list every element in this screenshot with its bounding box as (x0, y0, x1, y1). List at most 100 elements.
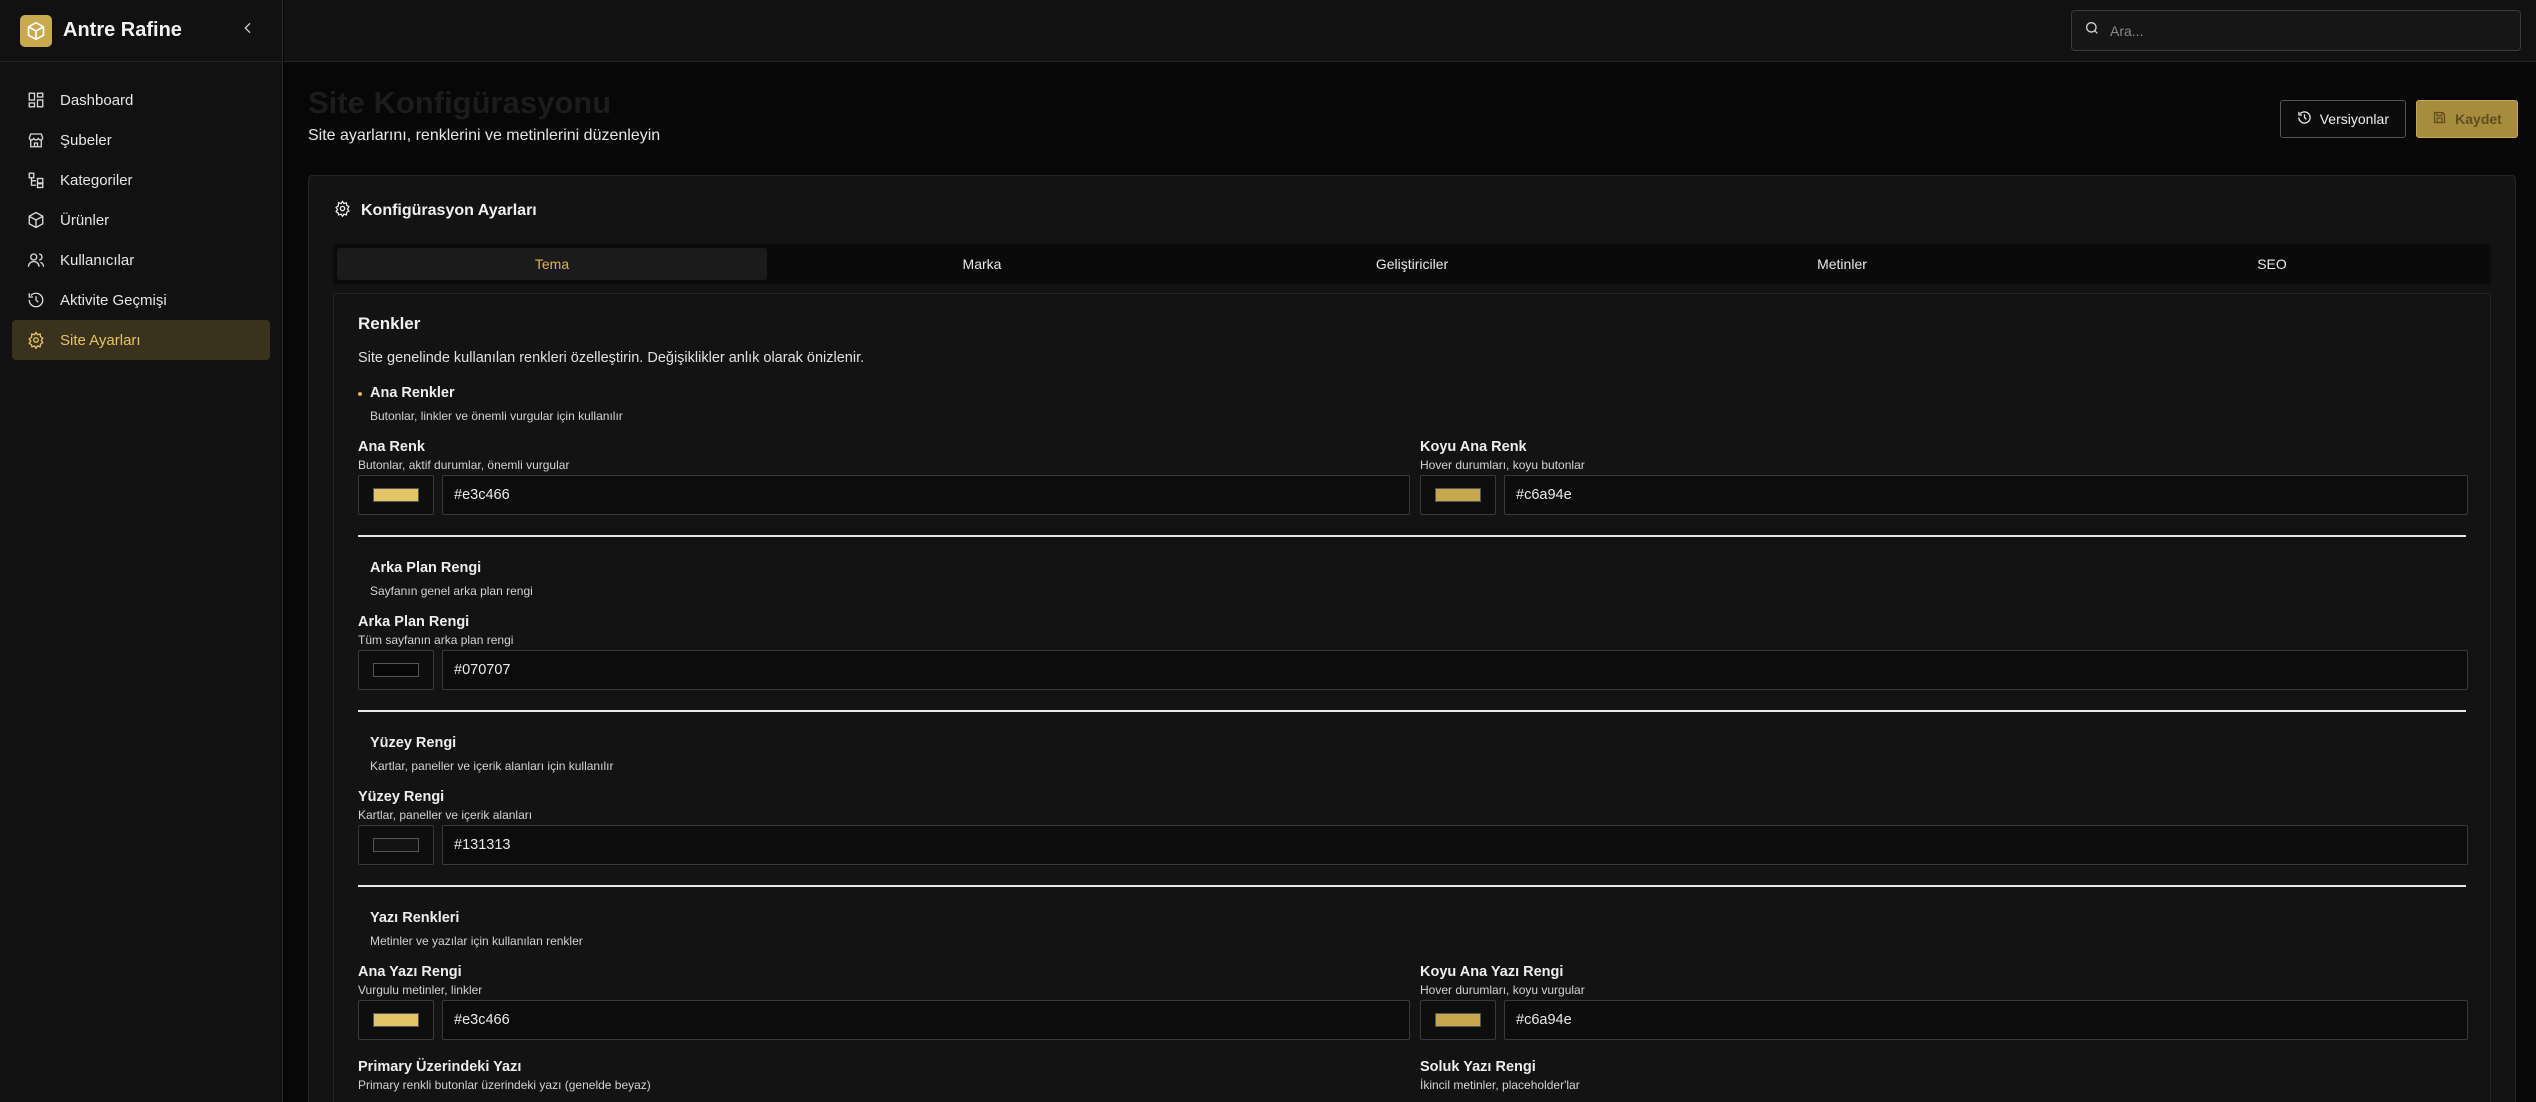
page-subtitle: Site ayarlarını, renklerini ve metinleri… (308, 127, 661, 144)
group-title-surface: Yüzey Rengi (370, 735, 457, 751)
field-label: Soluk Yazı Rengi (1420, 1059, 1536, 1075)
versions-button[interactable]: Versiyonlar (2279, 100, 2406, 138)
section-description: Site genelinde kullanılan renkleri özell… (358, 350, 865, 366)
field-hint: Vurgulu metinler, linkler (358, 983, 483, 997)
color-picker[interactable] (1420, 475, 1496, 515)
theme-panel: Renkler Site genelinde kullanılan renkle… (333, 293, 2491, 1102)
sidebar-item-label: Site Ayarları (60, 331, 141, 349)
main-content: Site Konfigürasyonu Site ayarlarını, ren… (284, 63, 2536, 1102)
search-icon (2084, 20, 2100, 41)
field-row: #e3c466 (358, 475, 1410, 515)
color-picker[interactable] (1420, 1000, 1496, 1040)
color-swatch (1435, 1013, 1481, 1027)
field-hint: Hover durumları, koyu butonlar (1420, 458, 1585, 472)
sidebar-item-label: Ürünler (60, 211, 110, 229)
color-swatch (373, 1013, 419, 1027)
group-title-text-colors: Yazı Renkleri (370, 910, 460, 926)
field-row: #c6a94e (1420, 475, 2468, 515)
hex-input[interactable]: #e3c466 (442, 475, 1410, 515)
tab-metinler[interactable]: Metinler (1627, 248, 2057, 280)
divider (358, 885, 2466, 887)
hex-input[interactable]: #070707 (442, 650, 2468, 690)
sidebar-item-label: Dashboard (60, 91, 134, 109)
divider (358, 710, 2466, 712)
color-picker[interactable] (358, 650, 434, 690)
group-desc-main-colors: Butonlar, linkler ve önemli vurgular içi… (370, 409, 623, 423)
color-picker[interactable] (358, 825, 434, 865)
sidebar-item-label: Aktivite Geçmişi (60, 291, 167, 309)
section-title: Renkler (358, 314, 421, 333)
field-ana-renk: Ana Renk Butonlar, aktif durumlar, öneml… (358, 439, 1410, 519)
color-swatch (373, 663, 419, 677)
versions-button-label: Versiyonlar (2319, 111, 2389, 127)
collapse-sidebar-button[interactable] (234, 17, 262, 45)
sidebar-item-label: Şubeler (60, 131, 112, 149)
divider (358, 535, 2466, 537)
gear-icon (334, 200, 351, 222)
color-swatch (373, 838, 419, 852)
sidebar-item-kullanicilar[interactable]: Kullanıcılar (12, 240, 270, 280)
field-hint: Hover durumları, koyu vurgular (1420, 983, 1585, 997)
field-primary-uzerindeki-yazi: Primary Üzerindeki Yazı Primary renkli b… (358, 1059, 1410, 1099)
hex-input[interactable]: #131313 (442, 825, 2468, 865)
dashboard-icon (26, 90, 46, 110)
gear-icon (26, 330, 46, 350)
sidebar: Antre Rafine Dashboard Şubeler Kategoril… (0, 0, 283, 1102)
box-logo-icon (20, 14, 52, 47)
field-row: #070707 (358, 650, 2468, 690)
sidebar-item-label: Kategoriler (60, 171, 133, 189)
tab-bar: Tema Marka Geliştiriciler Metinler SEO (333, 244, 2491, 284)
sidebar-item-dashboard[interactable]: Dashboard (12, 80, 270, 120)
field-arka-plan-rengi: Arka Plan Rengi Tüm sayfanın arka plan r… (358, 614, 2468, 694)
save-button[interactable]: Kaydet (2416, 100, 2518, 138)
hex-input[interactable]: #e3c466 (442, 1000, 1410, 1040)
sidebar-item-kategoriler[interactable]: Kategoriler (12, 160, 270, 200)
category-tree-icon (26, 170, 46, 190)
save-button-label: Kaydet (2455, 111, 2502, 127)
color-picker[interactable] (358, 1000, 434, 1040)
tab-tema[interactable]: Tema (337, 248, 767, 280)
sidebar-item-subeler[interactable]: Şubeler (12, 120, 270, 160)
field-hint: Kartlar, paneller ve içerik alanları (358, 808, 533, 822)
sidebar-item-site-ayarlari[interactable]: Site Ayarları (12, 320, 270, 360)
field-soluk-yazi-rengi: Soluk Yazı Rengi İkincil metinler, place… (1420, 1059, 2468, 1099)
hex-input[interactable]: #c6a94e (1504, 1000, 2468, 1040)
tab-gelistiriciler[interactable]: Geliştiriciler (1197, 248, 1627, 280)
field-label: Ana Yazı Rengi (358, 964, 462, 980)
search-box[interactable] (2071, 10, 2521, 51)
box-icon (26, 210, 46, 230)
card-title: Konfigürasyon Ayarları (361, 202, 537, 219)
sidebar-item-urunler[interactable]: Ürünler (12, 200, 270, 240)
sidebar-item-label: Kullanıcılar (60, 251, 135, 269)
chevron-left-icon (240, 20, 256, 41)
color-picker[interactable] (358, 475, 434, 515)
field-label: Yüzey Rengi (358, 789, 445, 805)
field-row: #131313 (358, 825, 2468, 865)
field-koyu-ana-yazi-rengi: Koyu Ana Yazı Rengi Hover durumları, koy… (1420, 964, 2468, 1044)
color-swatch (373, 488, 419, 502)
field-row: #e3c466 (358, 1000, 1410, 1040)
field-ana-yazi-rengi: Ana Yazı Rengi Vurgulu metinler, linkler… (358, 964, 1410, 1044)
card-header: Konfigürasyon Ayarları (334, 200, 537, 222)
history-icon (26, 290, 46, 310)
tab-seo[interactable]: SEO (2057, 248, 2487, 280)
group-desc-surface: Kartlar, paneller ve içerik alanları içi… (370, 759, 614, 773)
color-swatch (1435, 488, 1481, 502)
config-card: Konfigürasyon Ayarları Tema Marka Gelişt… (308, 175, 2516, 1102)
history-icon (2297, 110, 2312, 128)
save-icon (2432, 110, 2447, 128)
field-label: Koyu Ana Renk (1420, 439, 1527, 455)
sidebar-nav: Dashboard Şubeler Kategoriler Ürünler Ku… (0, 62, 282, 360)
brand: Antre Rafine (0, 0, 282, 62)
group-desc-background: Sayfanın genel arka plan rengi (370, 584, 533, 598)
field-label: Primary Üzerindeki Yazı (358, 1059, 522, 1075)
search-input[interactable] (2110, 22, 2490, 39)
group-title-background: Arka Plan Rengi (370, 560, 482, 576)
topbar (284, 0, 2536, 62)
hex-input[interactable]: #c6a94e (1504, 475, 2468, 515)
group-desc-text-colors: Metinler ve yazılar için kullanılan renk… (370, 934, 583, 948)
field-hint: Primary renkli butonlar üzerindeki yazı … (358, 1078, 651, 1092)
sidebar-item-aktivite-gecmisi[interactable]: Aktivite Geçmişi (12, 280, 270, 320)
group-title-main-colors: Ana Renkler (370, 385, 455, 401)
tab-marka[interactable]: Marka (767, 248, 1197, 280)
